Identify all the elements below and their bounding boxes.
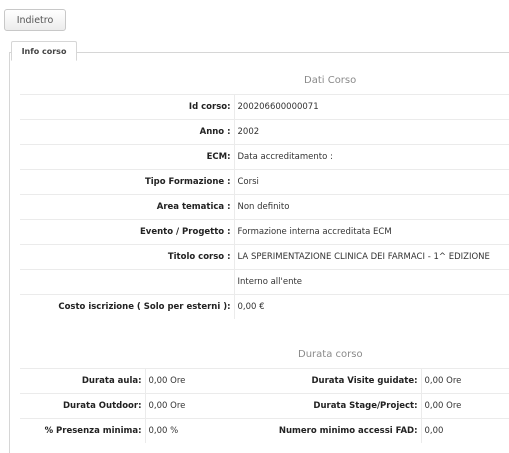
field-value: 0,00 Ore — [145, 393, 245, 419]
dati-row: Titolo corso : LA SPERIMENTAZIONE CLINICA… — [20, 244, 509, 270]
field-label — [20, 269, 235, 295]
field-label: Id corso: — [20, 94, 235, 120]
field-value: Corsi — [234, 169, 509, 195]
dati-row: Evento / Progetto : Formazione interna ac… — [20, 219, 509, 245]
section-title-durata-corso: Durata corso — [298, 349, 363, 360]
field-value: Formazione interna accreditata ECM — [234, 219, 509, 245]
field-label: Durata Outdoor: — [20, 393, 146, 419]
durata-corso-table: Durata aula: 0,00 Ore Durata Visite guidat… — [20, 368, 509, 443]
field-value: 200206600000071 — [234, 94, 509, 120]
dati-row: Interno all'ente — [20, 269, 509, 295]
field-label: Anno : — [20, 119, 235, 145]
field-label: Tipo Formazione : — [20, 169, 235, 195]
field-value: 0,00 % — [145, 418, 245, 443]
field-value: 0,00 € — [234, 294, 509, 319]
dati-row: ECM: Data accreditamento : — [20, 144, 509, 170]
field-value: 0,00 Ore — [421, 368, 509, 394]
field-value: Interno all'ente — [234, 269, 509, 295]
dati-row: Costo iscrizione ( Solo per esterni ): 0,… — [20, 294, 509, 319]
field-value: 0,00 Ore — [145, 368, 245, 394]
field-value: LA SPERIMENTAZIONE CLINICA DEI FARMACI -… — [234, 244, 509, 270]
field-label: % Presenza minima: — [20, 418, 146, 443]
field-label: ECM: — [20, 144, 235, 170]
durata-row: Durata aula: 0,00 Ore Durata Visite guidat… — [20, 368, 509, 394]
durata-row: Durata Outdoor: 0,00 Ore Durata Stage/Proj… — [20, 393, 509, 419]
field-label: Numero minimo accessi FAD: — [245, 418, 422, 443]
field-value: 0,00 Ore — [421, 393, 509, 419]
field-label: Titolo corso : — [20, 244, 235, 270]
dati-corso-table: Id corso: 200206600000071 Anno :2002 ECM: Da… — [20, 94, 509, 319]
dati-row: Id corso: 200206600000071 — [20, 94, 509, 120]
section-title-dati-corso: Dati Corso — [304, 75, 357, 86]
field-value: 0,00 — [421, 418, 509, 443]
dati-row: Anno :2002 — [20, 119, 509, 145]
field-label: Area tematica : — [20, 194, 235, 220]
field-label: Durata Visite guidate: — [245, 368, 422, 394]
field-label: Durata aula: — [20, 368, 146, 394]
dati-row: Tipo Formazione : Corsi — [20, 169, 509, 195]
field-label: Durata Stage/Project: — [245, 393, 422, 419]
dati-row: Area tematica : Non definito — [20, 194, 509, 220]
tab-info-corso[interactable]: Info corso — [11, 41, 77, 61]
durata-row: % Presenza minima: 0,00 % Numero minimo ac… — [20, 418, 509, 443]
back-button[interactable]: Indietro — [4, 9, 66, 31]
field-value: Non definito — [234, 194, 509, 220]
field-value: 2002 — [234, 119, 509, 145]
field-label: Evento / Progetto : — [20, 219, 235, 245]
field-value: Data accreditamento : — [234, 144, 509, 170]
field-label: Costo iscrizione ( Solo per esterni ): — [20, 294, 235, 319]
